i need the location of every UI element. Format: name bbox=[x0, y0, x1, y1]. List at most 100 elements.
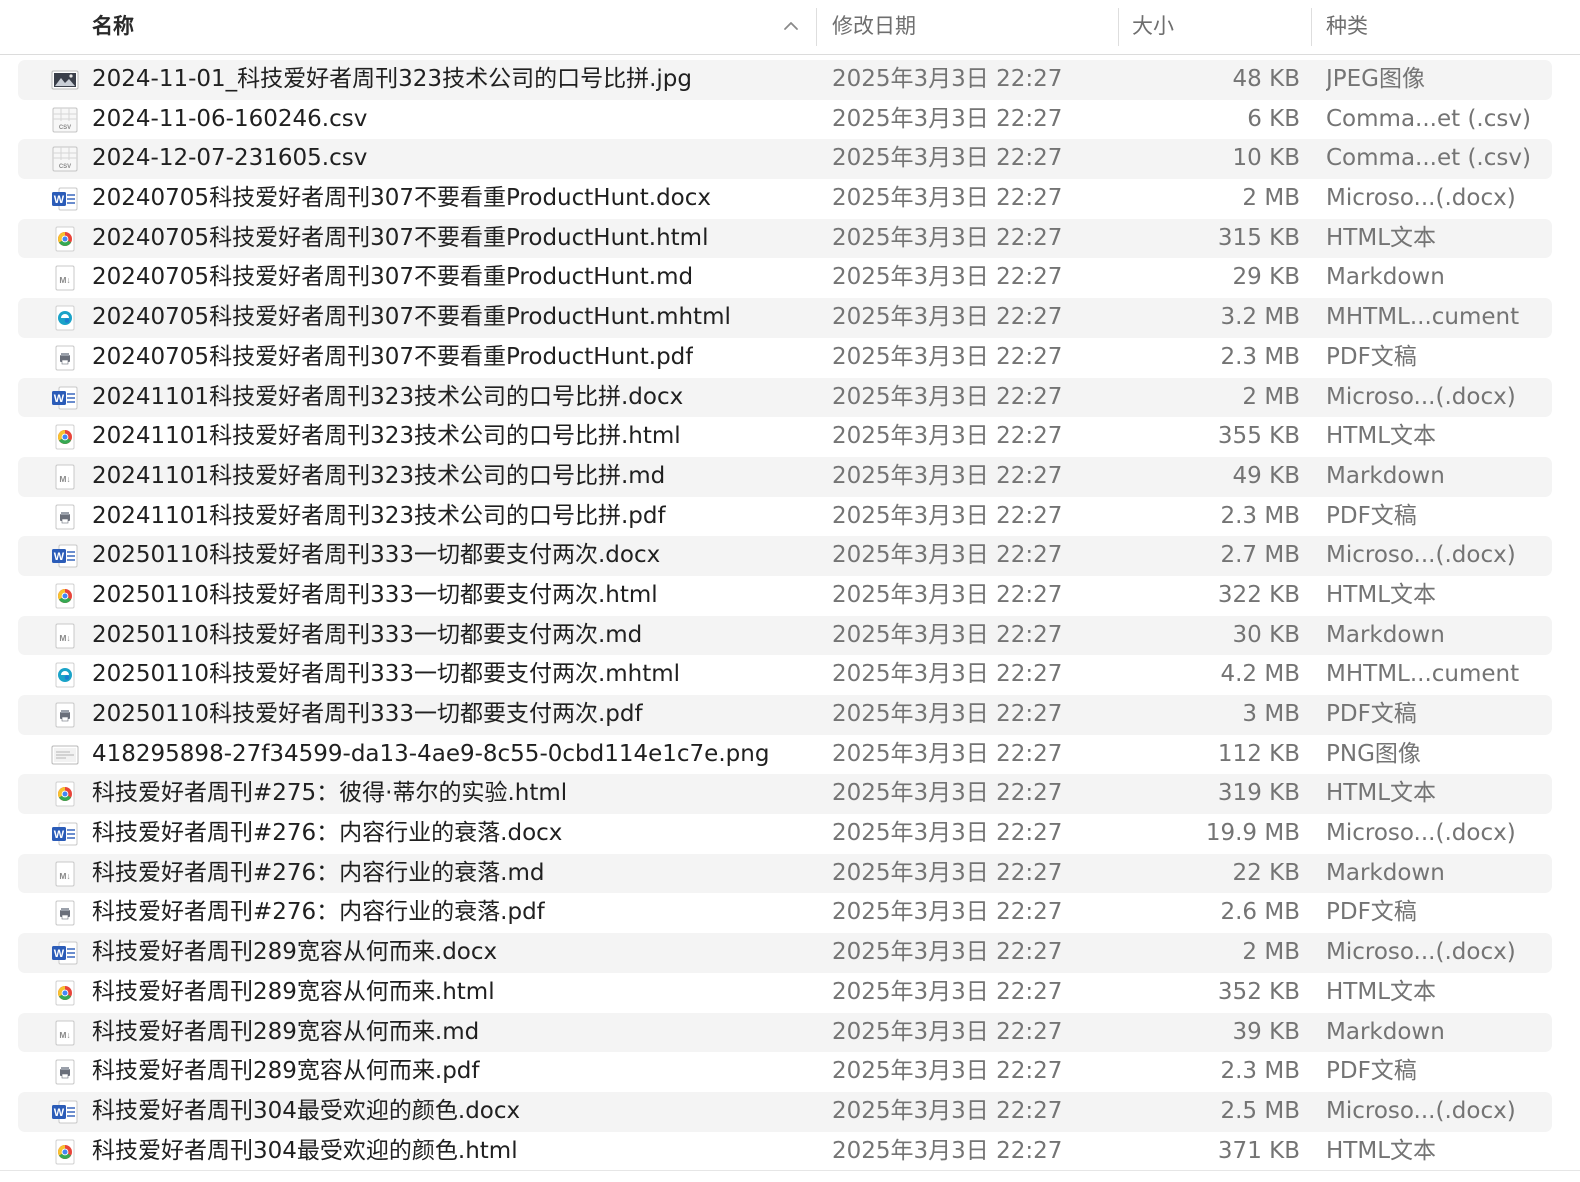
chrome-html-icon bbox=[50, 424, 80, 450]
file-name: 科技爱好者周刊289宽容从何而来.html bbox=[92, 978, 495, 1005]
column-header-name[interactable]: 名称 bbox=[0, 0, 816, 54]
column-header-size[interactable]: 大小 bbox=[1118, 0, 1311, 54]
file-row[interactable]: 2024-11-01_科技爱好者周刊323技术公司的口号比拼.jpg 2025年3… bbox=[18, 60, 1552, 100]
file-size: 22 KB bbox=[1232, 859, 1300, 886]
file-modified-date: 2025年3月3日 22:27 bbox=[832, 462, 1063, 489]
file-row[interactable]: 20241101科技爱好者周刊323技术公司的口号比拼.html 2025年3月3… bbox=[18, 417, 1552, 457]
pdf-document-icon bbox=[50, 345, 80, 371]
file-row[interactable]: M↓ 20250110科技爱好者周刊333一切都要支付两次.md 2025年3月3… bbox=[18, 615, 1552, 656]
file-size: 30 KB bbox=[1232, 621, 1300, 648]
word-document-icon: W bbox=[50, 385, 80, 411]
column-header-date[interactable]: 修改日期 bbox=[816, 0, 1118, 54]
svg-text:CSV: CSV bbox=[59, 125, 71, 131]
file-row[interactable]: CSV 2024-12-07-231605.csv 2025年3月3日 22:27… bbox=[18, 139, 1552, 180]
finder-list-view: 名称 修改日期 大小 种类 2024-11-01_科技爱好者周刊323技术公司的… bbox=[0, 0, 1580, 1182]
file-size: 2.3 MB bbox=[1220, 343, 1300, 370]
file-size: 2.6 MB bbox=[1220, 899, 1300, 926]
file-name: 20241101科技爱好者周刊323技术公司的口号比拼.md bbox=[92, 462, 666, 489]
file-name: 科技爱好者周刊289宽容从何而来.pdf bbox=[92, 1058, 480, 1085]
file-kind: MHTML...cument bbox=[1326, 661, 1520, 688]
chrome-html-icon bbox=[50, 781, 80, 807]
file-row[interactable]: 科技爱好者周刊289宽容从何而来.html 2025年3月3日 22:27 352 … bbox=[18, 973, 1552, 1013]
edge-mhtml-icon bbox=[50, 305, 80, 331]
file-row[interactable]: 20250110科技爱好者周刊333一切都要支付两次.html 2025年3月3日… bbox=[18, 576, 1552, 616]
file-size: 2.3 MB bbox=[1220, 1058, 1300, 1085]
file-modified-date: 2025年3月3日 22:27 bbox=[832, 740, 1063, 767]
file-modified-date: 2025年3月3日 22:27 bbox=[832, 780, 1063, 807]
file-modified-date: 2025年3月3日 22:27 bbox=[832, 621, 1063, 648]
file-size: 2 MB bbox=[1242, 383, 1300, 410]
column-header-kind-label: 种类 bbox=[1326, 14, 1368, 38]
markdown-file-icon: M↓ bbox=[50, 623, 80, 649]
file-row[interactable]: W 20250110科技爱好者周刊333一切都要支付两次.docx 2025年3月… bbox=[18, 536, 1552, 576]
file-row[interactable]: 20241101科技爱好者周刊323技术公司的口号比拼.pdf 2025年3月3日… bbox=[18, 497, 1552, 537]
file-row[interactable]: 科技爱好者周刊#276：内容行业的衰落.pdf 2025年3月3日 22:27 2.… bbox=[18, 893, 1552, 933]
file-name: 科技爱好者周刊289宽容从何而来.docx bbox=[92, 939, 498, 966]
file-name: 20250110科技爱好者周刊333一切都要支付两次.docx bbox=[92, 542, 661, 569]
file-row[interactable]: 20250110科技爱好者周刊333一切都要支付两次.pdf 2025年3月3日 … bbox=[18, 695, 1552, 735]
file-row[interactable]: W 科技爱好者周刊#276：内容行业的衰落.docx 2025年3月3日 22:2… bbox=[18, 814, 1552, 854]
file-size: 48 KB bbox=[1232, 66, 1300, 92]
file-row[interactable]: 科技爱好者周刊#275：彼得·蒂尔的实验.html 2025年3月3日 22:27… bbox=[18, 774, 1552, 815]
file-kind: Markdown bbox=[1326, 264, 1445, 291]
svg-text:W: W bbox=[54, 829, 65, 841]
file-row[interactable]: M↓ 20240705科技爱好者周刊307不要看重ProductHunt.md 2… bbox=[18, 258, 1552, 298]
file-kind: Markdown bbox=[1326, 621, 1445, 648]
file-size: 322 KB bbox=[1217, 581, 1300, 608]
file-modified-date: 2025年3月3日 22:27 bbox=[832, 581, 1063, 608]
file-size: 6 KB bbox=[1247, 105, 1300, 132]
file-kind: Microso...(.docx) bbox=[1326, 1097, 1516, 1124]
file-row[interactable]: W 20240705科技爱好者周刊307不要看重ProductHunt.docx… bbox=[18, 179, 1552, 219]
file-size: 2.5 MB bbox=[1220, 1097, 1300, 1124]
chrome-html-icon bbox=[50, 1139, 80, 1165]
column-header-date-label: 修改日期 bbox=[832, 14, 916, 38]
file-row[interactable]: W 20241101科技爱好者周刊323技术公司的口号比拼.docx 2025年3… bbox=[18, 377, 1552, 418]
markdown-file-icon: M↓ bbox=[50, 861, 80, 887]
chevron-up-icon[interactable] bbox=[782, 17, 800, 35]
file-row[interactable]: 20240705科技爱好者周刊307不要看重ProductHunt.mhtml 2… bbox=[18, 298, 1552, 338]
file-kind: Microso...(.docx) bbox=[1326, 185, 1516, 212]
file-name: 20240705科技爱好者周刊307不要看重ProductHunt.md bbox=[92, 264, 694, 291]
markdown-file-icon: M↓ bbox=[50, 1020, 80, 1046]
file-row[interactable]: 20240705科技爱好者周刊307不要看重ProductHunt.html 20… bbox=[18, 218, 1552, 259]
file-name: 科技爱好者周刊304最受欢迎的颜色.docx bbox=[92, 1097, 521, 1124]
file-size: 2.3 MB bbox=[1220, 502, 1300, 529]
svg-text:M↓: M↓ bbox=[59, 275, 70, 285]
file-name: 418295898-27f34599-da13-4ae9-8c55-0cbd11… bbox=[92, 740, 770, 767]
file-size: 319 KB bbox=[1217, 780, 1300, 807]
file-modified-date: 2025年3月3日 22:27 bbox=[832, 939, 1063, 966]
file-row[interactable]: M↓ 20241101科技爱好者周刊323技术公司的口号比拼.md 2025年3月… bbox=[18, 456, 1552, 497]
column-header-kind[interactable]: 种类 bbox=[1311, 0, 1580, 54]
file-kind: Comma...et (.csv) bbox=[1326, 145, 1531, 172]
file-name: 20241101科技爱好者周刊323技术公司的口号比拼.pdf bbox=[92, 502, 666, 529]
file-row[interactable]: 科技爱好者周刊304最受欢迎的颜色.html 2025年3月3日 22:27 371… bbox=[18, 1132, 1552, 1172]
file-row[interactable]: 20250110科技爱好者周刊333一切都要支付两次.mhtml 2025年3月3… bbox=[18, 655, 1552, 695]
file-row[interactable]: 418295898-27f34599-da13-4ae9-8c55-0cbd11… bbox=[18, 735, 1552, 775]
file-kind: HTML文本 bbox=[1326, 224, 1437, 251]
file-row[interactable]: M↓ 科技爱好者周刊289宽容从何而来.md 2025年3月3日 22:27 39 … bbox=[18, 1012, 1552, 1053]
svg-text:W: W bbox=[54, 194, 65, 206]
file-row[interactable]: 科技爱好者周刊289宽容从何而来.pdf 2025年3月3日 22:27 2.3 M… bbox=[18, 1052, 1552, 1092]
word-document-icon: W bbox=[50, 543, 80, 569]
pdf-document-icon bbox=[50, 504, 80, 530]
file-kind: HTML文本 bbox=[1326, 978, 1437, 1005]
file-size: 112 KB bbox=[1217, 740, 1300, 767]
edge-mhtml-icon bbox=[50, 662, 80, 688]
file-modified-date: 2025年3月3日 22:27 bbox=[832, 383, 1063, 410]
file-kind: Microso...(.docx) bbox=[1326, 383, 1516, 410]
file-row[interactable]: 20240705科技爱好者周刊307不要看重ProductHunt.pdf 202… bbox=[18, 338, 1552, 378]
file-kind: HTML文本 bbox=[1326, 581, 1437, 608]
file-row[interactable]: W 科技爱好者周刊304最受欢迎的颜色.docx 2025年3月3日 22:27 2… bbox=[18, 1091, 1552, 1132]
file-name: 20240705科技爱好者周刊307不要看重ProductHunt.docx bbox=[92, 185, 712, 212]
file-row[interactable]: M↓ 科技爱好者周刊#276：内容行业的衰落.md 2025年3月3日 22:27… bbox=[18, 853, 1552, 894]
file-size: 2 MB bbox=[1242, 185, 1300, 212]
file-modified-date: 2025年3月3日 22:27 bbox=[832, 264, 1063, 291]
file-kind: PDF文稿 bbox=[1326, 899, 1417, 926]
file-kind: Comma...et (.csv) bbox=[1326, 105, 1531, 132]
file-row[interactable]: W 科技爱好者周刊289宽容从何而来.docx 2025年3月3日 22:27 2 … bbox=[18, 933, 1552, 973]
file-kind: HTML文本 bbox=[1326, 780, 1437, 807]
svg-text:M↓: M↓ bbox=[59, 474, 70, 484]
pdf-document-icon bbox=[50, 900, 80, 926]
file-name: 科技爱好者周刊#276：内容行业的衰落.docx bbox=[92, 820, 563, 847]
file-row[interactable]: CSV 2024-11-06-160246.csv 2025年3月3日 22:27… bbox=[18, 100, 1552, 140]
